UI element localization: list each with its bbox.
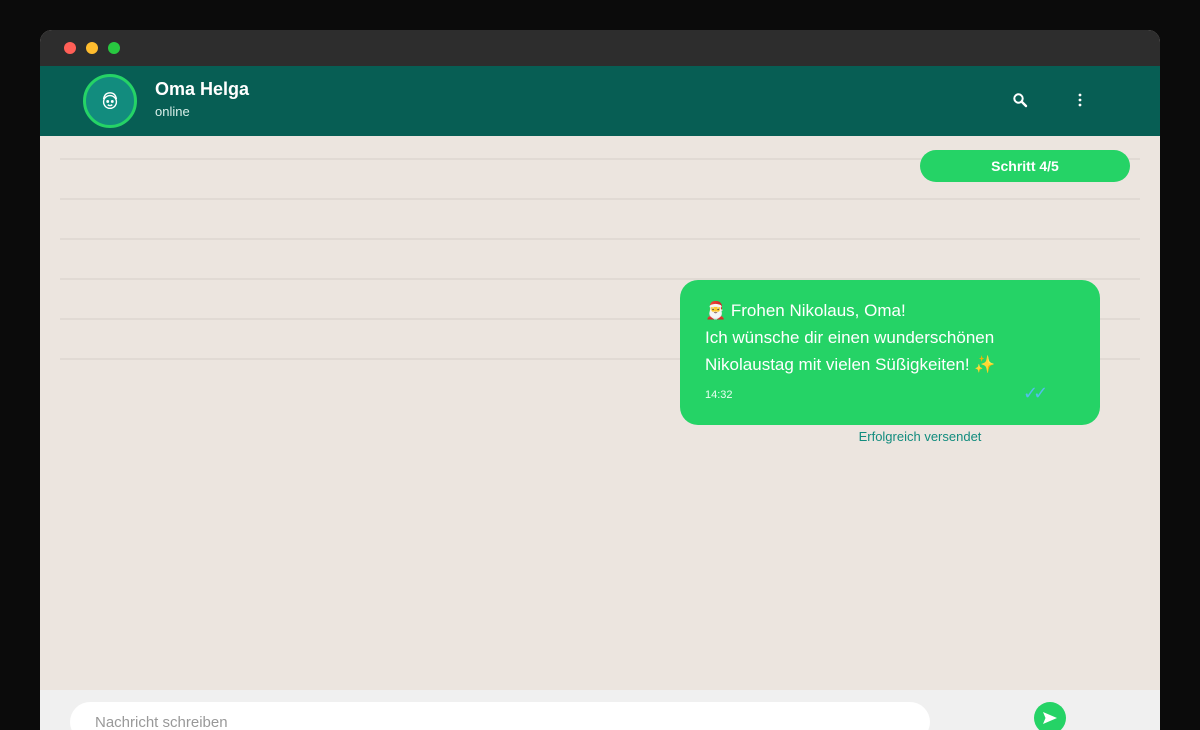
- chat-header: Oma Helga online: [40, 66, 1160, 136]
- zoom-window-button[interactable]: [108, 42, 120, 54]
- background-line: [60, 198, 1140, 200]
- more-vertical-icon: [1078, 93, 1082, 107]
- composer-bar: [40, 690, 1160, 730]
- send-icon: [1043, 712, 1057, 724]
- menu-button[interactable]: [1068, 88, 1092, 112]
- contact-name: Oma Helga: [155, 79, 250, 99]
- step-indicator: Schritt 4/5: [920, 150, 1130, 182]
- chat-area: Schritt 4/5 🎅 Frohen Nikolaus, Oma! Ich …: [40, 136, 1160, 690]
- send-button[interactable]: [1034, 702, 1066, 730]
- close-window-button[interactable]: [64, 42, 76, 54]
- contact-status: online: [155, 104, 190, 119]
- message-text: 🎅 Frohen Nikolaus, Oma! Ich wünsche dir …: [705, 301, 996, 374]
- background-line: [60, 238, 1140, 240]
- read-receipt-icon: ✓✓: [1023, 383, 1048, 403]
- message-input[interactable]: [70, 702, 930, 730]
- message-time: 14:32: [705, 389, 733, 401]
- avatar[interactable]: [83, 74, 137, 128]
- search-icon: [1013, 93, 1028, 108]
- minimize-window-button[interactable]: [86, 42, 98, 54]
- chat-window: Oma Helga online Schritt 4/5 🎅 Frohen Ni…: [40, 30, 1160, 730]
- outgoing-message-bubble[interactable]: 🎅 Frohen Nikolaus, Oma! Ich wünsche dir …: [680, 280, 1100, 425]
- title-bar: [40, 30, 1160, 66]
- grandma-face-icon: [102, 92, 118, 110]
- search-button[interactable]: [1008, 88, 1032, 112]
- sent-status: Erfolgreich versendet: [858, 429, 982, 444]
